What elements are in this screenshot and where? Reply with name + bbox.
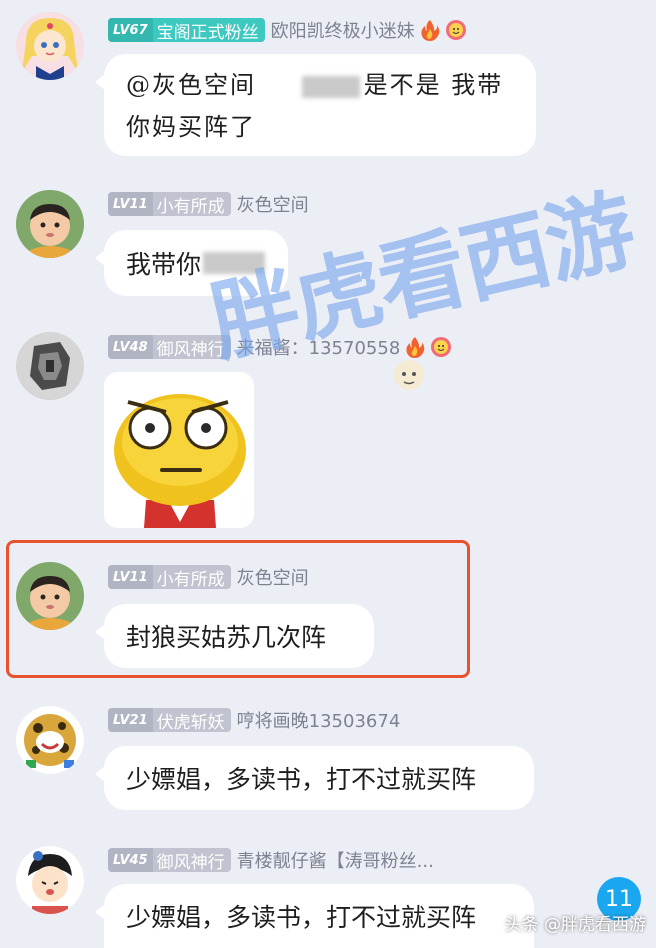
- avatar[interactable]: [16, 706, 84, 774]
- fan-title: 伏虎斩妖: [156, 712, 225, 733]
- level-label: LV11: [108, 565, 153, 589]
- sender-nickname[interactable]: 灰色空间: [237, 191, 309, 217]
- message-text: 封狼买姑苏几次阵: [126, 623, 327, 652]
- fan-badge: LV11 小有所成: [108, 192, 231, 216]
- sender-meta: LV11 小有所成 灰色空间: [108, 563, 309, 591]
- sender-meta: LV67 宝阁正式粉丝 欧阳凯终极小迷妹: [108, 16, 467, 44]
- sender-nickname[interactable]: 灰色空间: [237, 564, 309, 590]
- fan-badge: LV11 小有所成: [108, 565, 231, 589]
- message-text: 少嫖娼，多读书，打不过就买阵: [126, 903, 477, 932]
- fan-title: 御风神行: [156, 852, 225, 873]
- fire-icon: [419, 19, 441, 41]
- message-bubble[interactable]: @灰色空间 是不是 我带 你妈买阵了: [95, 54, 536, 156]
- level-label: LV21: [108, 708, 153, 732]
- redacted-text: [301, 75, 360, 98]
- avatar[interactable]: [16, 190, 84, 258]
- message-bubble[interactable]: 少嫖娼，多读书，打不过就买阵: [95, 746, 534, 810]
- sender-nickname[interactable]: 欧阳凯终极小迷妹: [271, 17, 415, 43]
- level-label: LV45: [108, 848, 153, 872]
- avatar[interactable]: [16, 12, 84, 80]
- fan-title: 小有所成: [156, 196, 225, 217]
- source-credit: 头条 @胖虎看西游: [504, 915, 646, 935]
- smiley-badge-icon: [445, 19, 467, 41]
- avatar[interactable]: [16, 846, 84, 914]
- fire-icon: [404, 336, 426, 358]
- avatar[interactable]: [16, 562, 84, 630]
- level-label: LV11: [108, 192, 153, 216]
- message-text: @灰色空间 是不是 我带 你妈买阵了: [126, 71, 504, 141]
- level-label: LV67: [108, 18, 153, 42]
- fan-badge: LV21 伏虎斩妖: [108, 708, 231, 732]
- fan-title: 御风神行: [156, 339, 225, 360]
- fan-badge: LV67 宝阁正式粉丝: [108, 18, 265, 42]
- sender-nickname[interactable]: 青楼靓仔酱【涛哥粉丝...: [237, 847, 434, 873]
- message-bubble[interactable]: 封狼买姑苏几次阵: [95, 604, 374, 668]
- shocked-emoji-sticker[interactable]: [104, 372, 254, 528]
- level-label: LV48: [108, 335, 153, 359]
- sender-meta: LV21 伏虎斩妖 哼将画晚13503674: [108, 706, 400, 734]
- fan-badge: LV48 御风神行: [108, 335, 231, 359]
- small-face-icon: [392, 358, 426, 392]
- smiley-badge-icon: [430, 336, 452, 358]
- fan-title: 小有所成: [156, 569, 225, 590]
- avatar[interactable]: [16, 332, 84, 400]
- message-bubble[interactable]: 少嫖娼，多读书，打不过就买阵: [95, 884, 534, 948]
- message-text: 少嫖娼，多读书，打不过就买阵: [126, 765, 477, 794]
- sender-meta: LV11 小有所成 灰色空间: [108, 190, 309, 218]
- fan-title: 宝阁正式粉丝: [156, 22, 259, 43]
- message-text: 我带你: [126, 250, 202, 279]
- sender-nickname[interactable]: 哼将画晚13503674: [237, 707, 401, 733]
- sender-meta: LV45 御风神行 青楼靓仔酱【涛哥粉丝...: [108, 846, 434, 874]
- fan-badge: LV45 御风神行: [108, 848, 231, 872]
